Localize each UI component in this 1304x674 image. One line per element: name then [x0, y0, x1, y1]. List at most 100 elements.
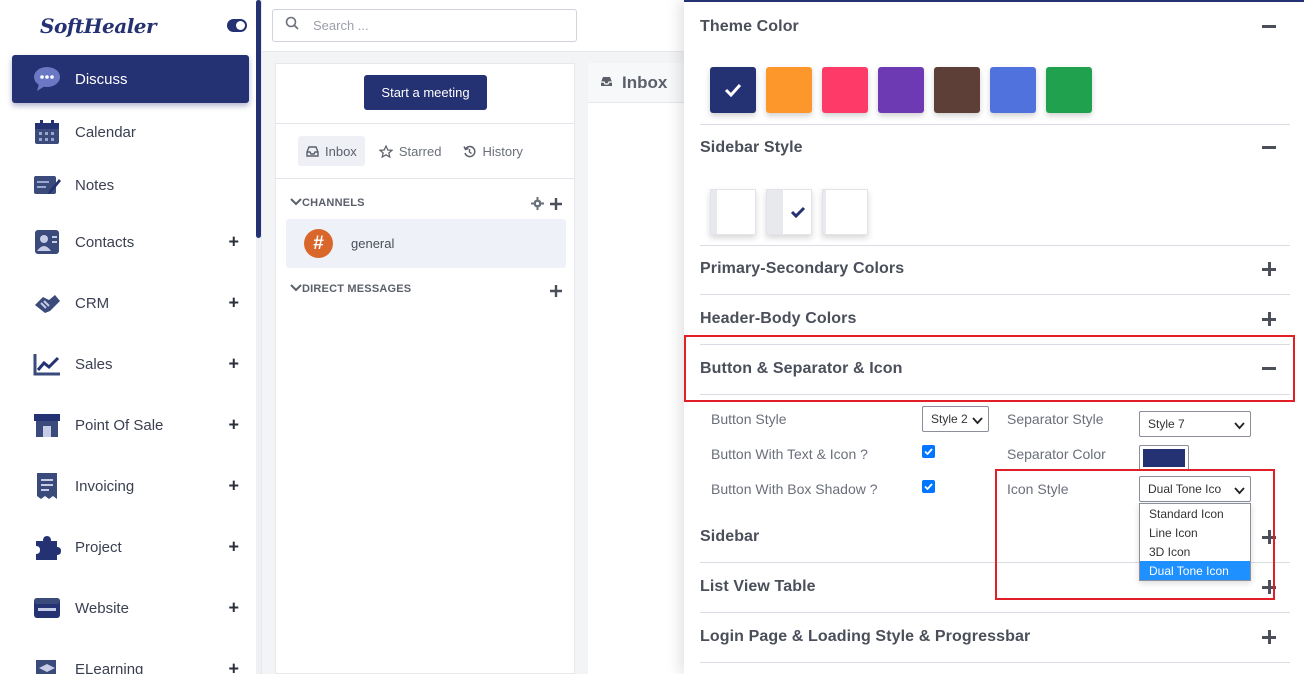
sidebar-item-discuss[interactable]: Discuss	[12, 55, 249, 103]
sidebar-item-elearning[interactable]: ELearning +	[12, 645, 249, 674]
theme-color-swatches	[710, 67, 1092, 113]
sidebar-item-sales[interactable]: Sales +	[12, 340, 249, 388]
expand-plus-icon[interactable]	[1262, 530, 1276, 544]
check-icon	[783, 190, 813, 234]
sidebar-style-option-2[interactable]	[766, 189, 812, 235]
button-shadow-checkbox[interactable]	[922, 480, 935, 493]
start-meeting-button[interactable]: Start a meeting	[364, 75, 487, 110]
list-view-table-title[interactable]: List View Table	[700, 578, 816, 596]
header-body-title[interactable]: Header-Body Colors	[700, 310, 857, 328]
expand-plus-icon[interactable]	[1262, 312, 1276, 326]
handshake-icon	[33, 289, 61, 317]
discuss-sidebar-panel: Start a meeting Inbox Starred History CH…	[275, 63, 575, 674]
sidebar-item-crm[interactable]: CRM +	[12, 279, 249, 327]
calendar-icon	[33, 118, 61, 146]
sidebar-item-project[interactable]: Project +	[12, 523, 249, 571]
theme-swatch-purple[interactable]	[878, 67, 924, 113]
top-bar	[262, 0, 692, 52]
sidebar-scrollbar-thumb[interactable]	[256, 0, 261, 238]
sidebar-toggle-switch[interactable]	[227, 19, 247, 32]
sidebar-item-label: Website	[75, 599, 129, 617]
theme-swatch-brown[interactable]	[934, 67, 980, 113]
expand-plus-icon[interactable]: +	[228, 659, 239, 674]
channel-hash-icon: #	[304, 229, 333, 258]
section-divider	[700, 294, 1290, 295]
sidebar-item-website[interactable]: Website +	[12, 584, 249, 632]
sidebar-style-title[interactable]: Sidebar Style	[700, 139, 803, 157]
separator-style-select[interactable]: Style 7	[1139, 411, 1251, 437]
collapse-minus-icon[interactable]	[1262, 361, 1276, 375]
button-separator-icon-title[interactable]: Button & Separator & Icon	[700, 360, 903, 378]
gear-icon[interactable]	[531, 197, 544, 215]
contacts-icon	[33, 228, 61, 256]
theme-settings-panel: Theme Color Sidebar Style Primary-Second…	[684, 0, 1304, 674]
sidebar-style-option-3[interactable]	[822, 189, 868, 235]
panel-divider	[276, 123, 574, 124]
direct-messages-heading[interactable]: DIRECT MESSAGES	[290, 283, 411, 295]
theme-color-title[interactable]: Theme Color	[700, 18, 799, 36]
app-sidebar: SoftHealer Discuss Calendar Notes Contac…	[0, 0, 262, 674]
theme-swatch-orange[interactable]	[766, 67, 812, 113]
login-page-title[interactable]: Login Page & Loading Style & Progressbar	[700, 628, 1030, 646]
channels-heading[interactable]: CHANNELS	[290, 197, 365, 209]
expand-plus-icon[interactable]: +	[228, 232, 239, 253]
expand-plus-icon[interactable]: +	[228, 598, 239, 619]
expand-plus-icon[interactable]: +	[228, 476, 239, 497]
icon-style-select[interactable]: Dual Tone Ico	[1139, 476, 1251, 502]
search-input[interactable]	[313, 18, 563, 33]
sidebar-item-point-of-sale[interactable]: Point Of Sale +	[12, 401, 249, 449]
primary-secondary-title[interactable]: Primary-Secondary Colors	[700, 260, 904, 278]
separator-color-picker[interactable]	[1139, 445, 1189, 471]
channel-general[interactable]: # general	[286, 219, 566, 268]
search-icon	[285, 16, 299, 35]
tab-history[interactable]: History	[455, 136, 530, 166]
expand-plus-icon[interactable]	[1262, 580, 1276, 594]
expand-plus-icon[interactable]	[1262, 262, 1276, 276]
sales-chart-icon	[33, 350, 61, 378]
button-shadow-label: Button With Box Shadow ?	[711, 481, 878, 497]
button-text-icon-checkbox[interactable]	[922, 445, 935, 458]
sidebar-item-label: Invoicing	[75, 477, 135, 495]
expand-plus-icon[interactable]: +	[228, 354, 239, 375]
add-channel-plus-icon[interactable]	[550, 197, 562, 215]
add-chat-plus-icon[interactable]	[550, 284, 562, 302]
collapse-minus-icon[interactable]	[1262, 140, 1276, 154]
expand-plus-icon[interactable]: +	[228, 415, 239, 436]
tab-starred[interactable]: Starred	[371, 136, 450, 166]
icon-style-option-dual-tone[interactable]: Dual Tone Icon	[1140, 561, 1250, 580]
button-style-select[interactable]: Style 2	[922, 406, 989, 432]
sidebar-item-label: Sales	[75, 355, 113, 373]
puzzle-icon	[33, 533, 61, 561]
chevron-down-icon	[1234, 484, 1245, 498]
expand-plus-icon[interactable]: +	[228, 537, 239, 558]
shop-icon	[33, 411, 61, 439]
sidebar-item-label: Contacts	[75, 233, 135, 251]
expand-plus-icon[interactable]	[1262, 630, 1276, 644]
sidebar-title[interactable]: Sidebar	[700, 528, 759, 546]
notes-icon	[33, 171, 61, 199]
inbox-icon	[306, 145, 319, 157]
theme-swatch-blue[interactable]	[990, 67, 1036, 113]
sidebar-item-calendar[interactable]: Calendar	[12, 108, 249, 156]
section-divider	[700, 124, 1290, 125]
theme-swatch-navy[interactable]	[710, 67, 756, 113]
sidebar-scrollbar-track[interactable]	[256, 0, 261, 674]
theme-swatch-pink[interactable]	[822, 67, 868, 113]
inbox-header: Inbox	[588, 63, 692, 103]
icon-style-label: Icon Style	[1007, 481, 1069, 497]
channel-label: general	[351, 236, 395, 251]
inbox-title: Inbox	[622, 72, 668, 92]
expand-plus-icon[interactable]: +	[228, 293, 239, 314]
icon-style-option-line[interactable]: Line Icon	[1140, 523, 1250, 542]
search-box[interactable]	[272, 9, 577, 42]
sidebar-item-contacts[interactable]: Contacts +	[12, 218, 249, 266]
sidebar-item-invoicing[interactable]: Invoicing +	[12, 462, 249, 510]
icon-style-option-standard[interactable]: Standard Icon	[1140, 504, 1250, 523]
tab-inbox[interactable]: Inbox	[298, 136, 365, 166]
sidebar-item-label: Discuss	[75, 70, 128, 88]
collapse-minus-icon[interactable]	[1262, 19, 1276, 33]
icon-style-option-3d[interactable]: 3D Icon	[1140, 542, 1250, 561]
sidebar-item-notes[interactable]: Notes	[12, 161, 249, 209]
sidebar-style-option-1[interactable]	[710, 189, 756, 235]
theme-swatch-green[interactable]	[1046, 67, 1092, 113]
